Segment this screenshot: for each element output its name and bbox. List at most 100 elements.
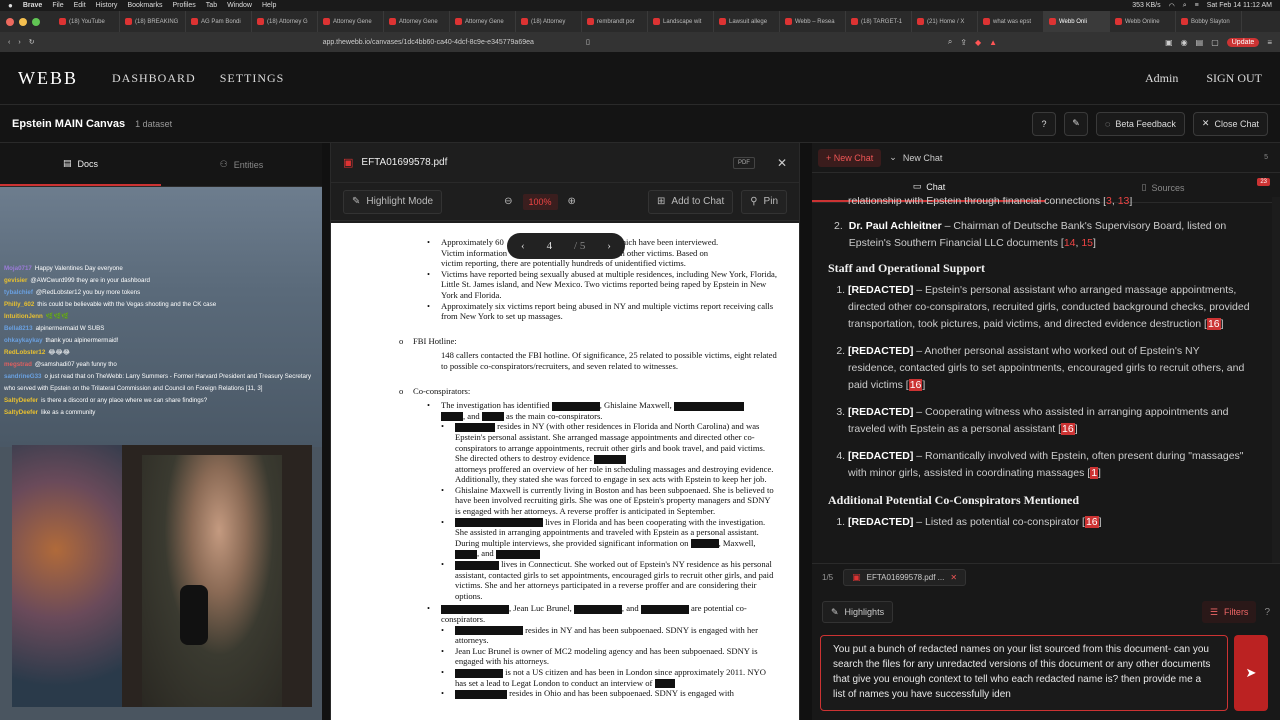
- browser-tab[interactable]: Attorney Gene: [384, 11, 450, 32]
- browser-tab[interactable]: Webb Online: [1110, 11, 1176, 32]
- browser-tab[interactable]: Webb – Resea: [780, 11, 846, 32]
- zoom-in-icon[interactable]: ⊕: [568, 196, 576, 207]
- new-chat-button[interactable]: + New Chat: [818, 148, 882, 167]
- menu-history[interactable]: History: [96, 2, 118, 9]
- webb-logo[interactable]: WEBB: [18, 68, 78, 89]
- highlight-mode-button[interactable]: ✎ Highlight Mode: [343, 189, 443, 214]
- menu-tab[interactable]: Tab: [206, 2, 217, 9]
- back-icon[interactable]: ‹: [8, 39, 10, 46]
- browser-tab[interactable]: Lawsuit allege: [714, 11, 780, 32]
- browser-tab[interactable]: (18) Attorney G: [252, 11, 318, 32]
- nav-dashboard[interactable]: DASHBOARD: [112, 71, 196, 86]
- citation-link[interactable]: 13: [1118, 197, 1130, 207]
- citation-link[interactable]: 14: [1064, 237, 1076, 249]
- citation-link[interactable]: 16: [1206, 318, 1221, 330]
- dataset-count[interactable]: 1 dataset: [135, 119, 172, 129]
- add-to-chat-button[interactable]: ⊞ Add to Chat: [648, 189, 734, 214]
- wifi-icon[interactable]: ◠: [1169, 2, 1175, 10]
- menu-file[interactable]: File: [52, 2, 63, 9]
- tab-entities[interactable]: ⚇ Entities: [161, 143, 322, 186]
- browser-tab[interactable]: (18) BREAKING: [120, 11, 186, 32]
- extensions-icon[interactable]: ▣: [1165, 38, 1173, 47]
- minimize-window-icon[interactable]: [19, 18, 27, 26]
- sidebar-icon[interactable]: ▤: [1196, 38, 1204, 47]
- close-pdf-icon[interactable]: ✕: [777, 156, 787, 170]
- citation-link[interactable]: 15: [1081, 237, 1093, 249]
- pin-button[interactable]: ⚲ Pin: [741, 189, 787, 214]
- help-icon[interactable]: ?: [1264, 607, 1270, 618]
- tools-button[interactable]: ✎: [1064, 111, 1089, 136]
- url-field[interactable]: app.thewebb.io/canvases/1dc4bb60-ca40-4d…: [323, 35, 843, 49]
- citation-link[interactable]: 1: [1090, 467, 1099, 479]
- menu-icon[interactable]: ≡: [1267, 38, 1272, 47]
- apple-icon[interactable]: ●: [8, 1, 13, 10]
- help-button[interactable]: ?: [1032, 111, 1057, 136]
- chat-select[interactable]: ⌄ New Chat: [889, 152, 942, 163]
- person-name: [REDACTED]: [848, 284, 914, 296]
- wallet-icon[interactable]: ▢: [1211, 38, 1219, 47]
- attachment-chip[interactable]: ▣ EFTA01699578.pdf ... ✕: [843, 569, 967, 586]
- beta-feedback-button[interactable]: ◌ Beta Feedback: [1096, 111, 1185, 136]
- update-button[interactable]: Update: [1226, 37, 1260, 47]
- chat-input[interactable]: You put a bunch of redacted names on you…: [820, 635, 1228, 711]
- nav-settings[interactable]: SETTINGS: [220, 71, 285, 86]
- browser-tab[interactable]: (21) Home / X: [912, 11, 978, 32]
- text: – Listed as potential co-conspirator [: [913, 516, 1085, 528]
- tab-docs[interactable]: ▤ Docs: [0, 143, 161, 186]
- menu-help[interactable]: Help: [262, 2, 276, 9]
- share-icon[interactable]: ⇪: [960, 38, 967, 47]
- menu-profiles[interactable]: Profiles: [172, 2, 195, 9]
- citation-link[interactable]: 16: [1061, 423, 1075, 435]
- current-page[interactable]: 4: [547, 240, 553, 252]
- control-center-icon[interactable]: ≡: [1195, 2, 1199, 9]
- menu-edit[interactable]: Edit: [74, 2, 86, 9]
- menu-bookmarks[interactable]: Bookmarks: [127, 2, 162, 9]
- attachments-row: 1/5 ▣ EFTA01699578.pdf ... ✕: [812, 563, 1280, 591]
- tab-favicon-icon: [323, 18, 330, 25]
- doc-line: resides in Ohio and has been subpoenaed.…: [509, 688, 734, 699]
- citation-link[interactable]: 16: [908, 379, 923, 391]
- pdf-page[interactable]: ‹ 4 / 5 › Approximately 600 of which hav…: [331, 223, 799, 720]
- filters-button[interactable]: ☰ Filters: [1201, 601, 1257, 623]
- browser-tab[interactable]: (18) Attorney: [516, 11, 582, 32]
- browser-tab[interactable]: (18) TARGET-1: [846, 11, 912, 32]
- browser-tab[interactable]: Attorney Gene: [450, 11, 516, 32]
- chat-scrollbar[interactable]: [1272, 197, 1280, 563]
- browser-tab[interactable]: (18) YouTube: [54, 11, 120, 32]
- browser-tab[interactable]: AG Pam Bondi: [186, 11, 252, 32]
- browser-tab[interactable]: Bobby Slayton: [1176, 11, 1242, 32]
- browser-tab[interactable]: Landscape wit: [648, 11, 714, 32]
- menu-window[interactable]: Window: [227, 2, 252, 9]
- zoom-window-icon[interactable]: [32, 18, 40, 26]
- zoom-icon[interactable]: ⌕: [948, 37, 952, 47]
- highlights-button[interactable]: ✎ Highlights: [822, 601, 894, 623]
- send-icon: ➤: [1245, 665, 1257, 680]
- next-page-icon[interactable]: ›: [607, 240, 611, 252]
- nav-admin[interactable]: Admin: [1145, 71, 1178, 86]
- nav-signout[interactable]: SIGN OUT: [1206, 71, 1262, 86]
- tab-chat-label: Chat: [926, 181, 946, 192]
- send-button[interactable]: ➤: [1234, 635, 1268, 711]
- rewards-icon[interactable]: ▲: [989, 38, 997, 47]
- clock[interactable]: Sat Feb 14 11:12 AM: [1207, 2, 1272, 9]
- remove-attachment-icon[interactable]: ✕: [950, 573, 957, 582]
- browser-tab[interactable]: rembrandt por: [582, 11, 648, 32]
- browser-tab[interactable]: Attorney Gene: [318, 11, 384, 32]
- menu-brave[interactable]: Brave: [23, 2, 42, 9]
- reload-icon[interactable]: ↻: [29, 38, 35, 46]
- stream-chat-message: SaltyDeefer is there a discord or any pla…: [4, 395, 316, 407]
- chat-messages[interactable]: relationship with Epstein through financ…: [812, 197, 1268, 563]
- close-chat-button[interactable]: ✕ Close Chat: [1192, 111, 1268, 136]
- browser-tab[interactable]: Webb Onli: [1044, 11, 1110, 32]
- browser-tab[interactable]: what was epst: [978, 11, 1044, 32]
- citation-link[interactable]: 16: [1084, 516, 1099, 528]
- prev-page-icon[interactable]: ‹: [521, 240, 525, 252]
- bookmark-icon[interactable]: ▯: [586, 38, 590, 46]
- brave-shield-icon[interactable]: ◆: [975, 38, 981, 47]
- close-window-icon[interactable]: [6, 18, 14, 26]
- forward-icon[interactable]: ›: [18, 39, 20, 46]
- zoom-out-icon[interactable]: ⊖: [504, 196, 512, 207]
- search-icon[interactable]: ⌕: [1183, 2, 1187, 10]
- zoom-level: 100%: [522, 193, 558, 210]
- extension-icon[interactable]: ◉: [1181, 38, 1188, 47]
